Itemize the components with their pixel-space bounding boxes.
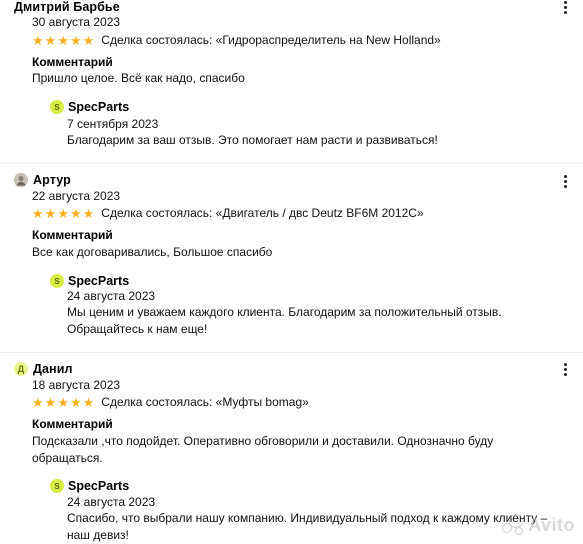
seller-reply-header: S SpecParts — [50, 99, 129, 115]
rating-stars: ★ ★ ★ ★ ★ — [32, 34, 94, 47]
author-name[interactable]: Артур — [33, 173, 71, 187]
divider — [0, 352, 583, 353]
review-date: 18 августа 2023 — [32, 378, 121, 392]
author-name[interactable]: Данил — [33, 362, 73, 376]
seller-name[interactable]: SpecParts — [68, 100, 129, 114]
author-name[interactable]: Дмитрий Барбье — [14, 0, 120, 14]
reply-date: 24 августа 2023 — [67, 495, 156, 509]
star-icon: ★ — [82, 205, 95, 221]
star-icon: ★ — [69, 394, 82, 410]
star-icon: ★ — [57, 394, 69, 410]
more-options-icon[interactable] — [558, 360, 572, 378]
seller-name[interactable]: SpecParts — [68, 479, 129, 493]
avatar[interactable] — [14, 173, 28, 187]
reply-date: 24 августа 2023 — [67, 289, 156, 303]
comment-label: Комментарий — [32, 417, 113, 431]
user-photo-icon — [14, 173, 28, 187]
avito-logo-icon — [502, 514, 524, 536]
rating-row: ★ ★ ★ ★ ★ Сделка состоялась: «Гидрораспредел… — [32, 32, 441, 48]
comment-text: Все как договаривались, Большое спасибо — [32, 245, 273, 259]
star-icon: ★ — [32, 205, 44, 221]
more-options-icon[interactable] — [558, 0, 572, 16]
star-icon: ★ — [82, 32, 95, 48]
rating-stars: ★ ★ ★ ★ ★ — [32, 396, 94, 409]
review-header: Д Данил — [14, 361, 73, 377]
star-icon: ★ — [32, 32, 44, 48]
star-icon: ★ — [82, 394, 95, 410]
comment-text: Пришло целое. Всё как надо, спасибо — [32, 71, 245, 85]
avatar[interactable]: Д — [14, 362, 28, 376]
rating-row: ★ ★ ★ ★ ★ Сделка состоялась: «Двигатель / дв… — [32, 205, 424, 221]
review-date: 30 августа 2023 — [32, 15, 121, 29]
deal-info: Сделка состоялась: «Двигатель / двс Deut… — [101, 206, 424, 220]
star-icon: ★ — [44, 205, 57, 221]
divider — [0, 163, 583, 164]
star-icon: ★ — [69, 205, 82, 221]
comment-label: Комментарий — [32, 228, 113, 242]
reply-text: Спасибо, что выбрали нашу компанию. Инди… — [67, 511, 548, 542]
reply-text: Мы ценим и уважаем каждого клиента. Благ… — [67, 305, 502, 336]
seller-name[interactable]: SpecParts — [68, 274, 129, 288]
watermark-text: Avito — [528, 514, 575, 535]
star-icon: ★ — [57, 205, 69, 221]
avito-watermark: Avito — [502, 514, 575, 536]
star-icon: ★ — [44, 394, 57, 410]
reply-text: Благодарим за ваш отзыв. Это помогает на… — [67, 133, 438, 147]
deal-info: Сделка состоялась: «Муфты bomag» — [101, 395, 309, 409]
star-icon: ★ — [32, 394, 44, 410]
seller-logo-icon: S — [50, 479, 64, 493]
seller-logo-icon: S — [50, 100, 64, 114]
review-date: 22 августа 2023 — [32, 189, 121, 203]
rating-row: ★ ★ ★ ★ ★ Сделка состоялась: «Муфты bomag» — [32, 394, 309, 410]
more-options-icon[interactable] — [558, 172, 572, 190]
reply-date: 7 сентября 2023 — [67, 117, 159, 131]
star-icon: ★ — [57, 32, 69, 48]
comment-label: Комментарий — [32, 55, 113, 69]
deal-info: Сделка состоялась: «Гидрораспределитель … — [101, 33, 441, 47]
star-icon: ★ — [44, 32, 57, 48]
star-icon: ★ — [69, 32, 82, 48]
seller-reply-header: S SpecParts — [50, 273, 129, 289]
review-header: Артур — [14, 172, 71, 188]
comment-text: Подсказали ,что подойдет. Оперативно обг… — [32, 434, 494, 465]
seller-logo-icon: S — [50, 274, 64, 288]
rating-stars: ★ ★ ★ ★ ★ — [32, 207, 94, 220]
seller-reply-header: S SpecParts — [50, 478, 129, 494]
review-header: Дмитрий Барбье — [14, 0, 120, 15]
